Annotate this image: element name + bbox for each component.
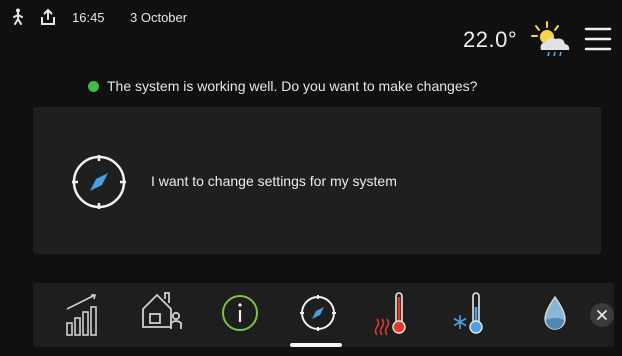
change-settings-label: I want to change settings for my system <box>151 173 397 189</box>
close-icon <box>597 310 607 320</box>
system-status-message: The system is working well. Do you want … <box>107 78 478 94</box>
nav-hot-water[interactable] <box>533 283 577 347</box>
house-user-icon <box>142 292 182 329</box>
outdoor-temperature: 22.0° <box>463 27 518 52</box>
nav-smart-guide[interactable] <box>295 283 341 347</box>
status-indicator-dot <box>88 81 99 92</box>
active-tab-indicator <box>290 343 342 347</box>
nav-statistics[interactable] <box>61 283 105 347</box>
nav-my-system[interactable] <box>137 283 187 347</box>
compass-icon <box>72 155 126 209</box>
bottom-navigation <box>33 283 614 347</box>
status-time: 16:45 <box>72 10 105 25</box>
status-bar: 16:45 3 October 22.0° <box>0 0 622 57</box>
status-date: 3 October <box>130 10 188 25</box>
water-drop-icon <box>544 295 566 330</box>
compass-icon <box>300 295 336 331</box>
heating-thermometer-icon <box>374 292 406 336</box>
nav-heating[interactable] <box>371 283 417 347</box>
person-walking-icon <box>13 8 23 25</box>
statistics-bars-icon <box>66 294 97 336</box>
cooling-thermometer-icon <box>453 292 483 334</box>
upload-icon <box>41 8 55 25</box>
menu-button[interactable] <box>584 26 612 52</box>
close-button[interactable] <box>590 303 614 327</box>
weather-sun-cloud-icon <box>531 21 570 57</box>
info-icon <box>222 295 258 331</box>
nav-info[interactable] <box>217 283 263 347</box>
change-settings-card[interactable]: I want to change settings for my system <box>33 107 601 254</box>
nav-cooling[interactable] <box>449 283 495 347</box>
